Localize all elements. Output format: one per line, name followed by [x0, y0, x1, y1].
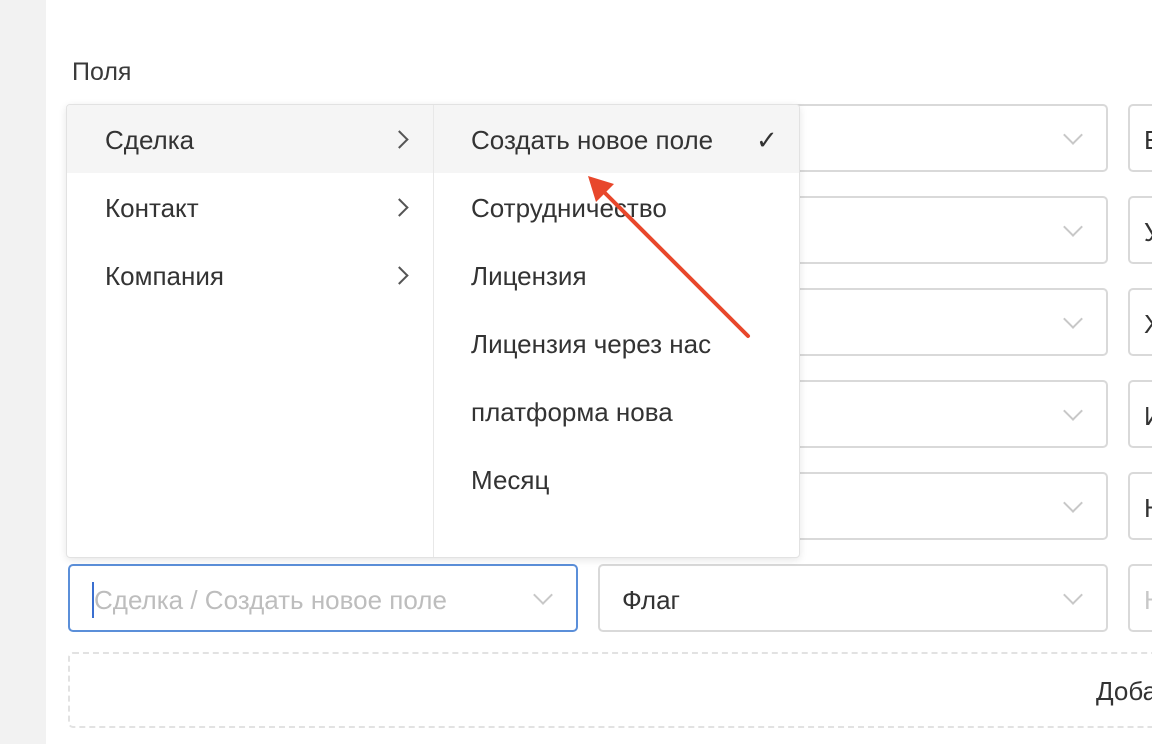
chevron-down-icon — [1063, 309, 1083, 329]
extra-placeholder: Н — [1144, 585, 1152, 616]
category-column: Сделка Контакт Компания — [67, 105, 434, 557]
chevron-down-icon — [1063, 401, 1083, 421]
field-select-focused[interactable]: Сделка / Создать новое поле — [68, 564, 578, 632]
section-title: Поля — [72, 58, 132, 86]
add-field-label: Доба — [1096, 676, 1152, 706]
type-value: Флаг — [622, 585, 681, 615]
extra-input-row-4[interactable]: И — [1128, 380, 1152, 448]
extra-value: Н — [1144, 493, 1152, 524]
field-placeholder: Сделка / Создать новое поле — [94, 585, 447, 615]
chevron-down-icon — [533, 585, 553, 605]
extra-value: У — [1144, 217, 1152, 248]
field-column: Создать новое поле ✓ Сотрудничество Лице… — [434, 105, 799, 557]
chevron-right-icon — [390, 198, 409, 217]
field-item[interactable]: Лицензия — [434, 241, 799, 309]
add-field-button[interactable]: Доба — [68, 652, 1152, 728]
chevron-down-icon — [1063, 125, 1083, 145]
field-item[interactable]: платформа нова — [434, 377, 799, 445]
field-label: Создать новое поле — [471, 125, 714, 155]
extra-value: Х — [1144, 309, 1152, 340]
extra-input-row-3[interactable]: Х — [1128, 288, 1152, 356]
category-label: Контакт — [105, 193, 199, 223]
field-label: Месяц — [471, 465, 550, 495]
extra-value: E — [1144, 125, 1152, 156]
extra-input-row-6[interactable]: Н — [1128, 564, 1152, 632]
field-item[interactable]: Месяц — [434, 445, 799, 513]
chevron-right-icon — [390, 130, 409, 149]
field-item-create-new[interactable]: Создать новое поле ✓ — [434, 105, 799, 173]
field-label: Лицензия — [471, 261, 587, 291]
category-label: Сделка — [105, 125, 195, 155]
extra-input-row-5[interactable]: Н — [1128, 472, 1152, 540]
extra-input-row-2[interactable]: У — [1128, 196, 1152, 264]
category-label: Компания — [105, 261, 224, 291]
field-label: Сотрудничество — [471, 193, 667, 223]
field-item[interactable]: Лицензия через нас — [434, 309, 799, 377]
type-select-row-6[interactable]: Флаг — [598, 564, 1108, 632]
category-item-company[interactable]: Компания — [67, 241, 433, 309]
cascader-dropdown: Сделка Контакт Компания Создать новое по… — [66, 104, 800, 558]
field-label: платформа нова — [471, 397, 673, 427]
check-icon: ✓ — [756, 125, 778, 155]
chevron-right-icon — [390, 266, 409, 285]
field-item[interactable]: Сотрудничество — [434, 173, 799, 241]
extra-input-row-1[interactable]: E — [1128, 104, 1152, 172]
extra-value: И — [1144, 401, 1152, 432]
chevron-down-icon — [1063, 493, 1083, 513]
chevron-down-icon — [1063, 217, 1083, 237]
field-label: Лицензия через нас — [471, 329, 712, 359]
chevron-down-icon — [1063, 585, 1083, 605]
category-item-deal[interactable]: Сделка — [67, 105, 433, 173]
category-item-contact[interactable]: Контакт — [67, 173, 433, 241]
